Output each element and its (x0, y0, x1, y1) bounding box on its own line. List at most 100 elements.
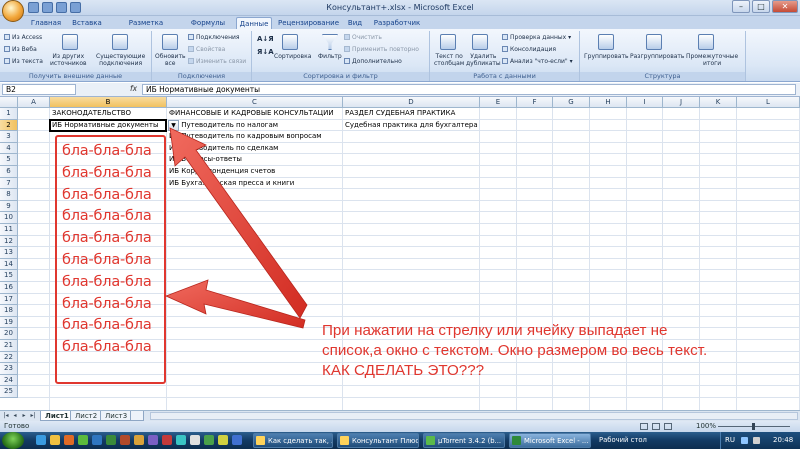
ie-icon[interactable] (36, 435, 46, 445)
data-validation-button[interactable]: Проверка данных ▾ (502, 34, 571, 41)
group-label: Структура (580, 72, 745, 81)
annotation-bla-line: бла-бла-бла (62, 339, 152, 356)
filter-icon[interactable] (322, 34, 338, 50)
cell-d2[interactable]: Судебная практика для бухгалтера (345, 120, 478, 131)
app4-icon[interactable] (218, 435, 228, 445)
remove-duplicates-button[interactable]: Удалить дубликаты (466, 53, 501, 67)
column-header-c[interactable]: C (167, 97, 343, 108)
cell-c5[interactable]: ИБ Вопросы-ответы (169, 154, 242, 165)
consolidate-button[interactable]: Консолидация (502, 46, 556, 53)
cell-c3[interactable]: ИБ Путеводитель по кадровым вопросам (169, 131, 322, 142)
sheet-tab-1[interactable]: Лист1 (40, 411, 74, 421)
office-button[interactable] (2, 0, 24, 22)
cell-c6[interactable]: ИБ Корреспонденция счетов (169, 166, 275, 177)
subtotal-icon[interactable] (698, 34, 714, 50)
tab-data[interactable]: Данные (236, 17, 272, 29)
skype-icon[interactable] (176, 435, 186, 445)
column-header-k[interactable]: K (700, 97, 737, 108)
refresh-all-icon[interactable] (162, 34, 178, 50)
reapply-button[interactable]: Применить повторно (344, 46, 419, 53)
column-header-e[interactable]: E (480, 97, 517, 108)
powerpoint-icon[interactable] (120, 435, 130, 445)
connections-button[interactable]: Подключения (188, 34, 240, 41)
filter-button[interactable]: Фильтр (318, 53, 342, 60)
cell-d1[interactable]: РАЗДЕЛ СУДЕБНАЯ ПРАКТИКА (345, 108, 455, 119)
clock[interactable]: 20:48 (773, 436, 793, 444)
volume-icon[interactable] (753, 437, 760, 444)
taskbar-desktop[interactable]: Рабочий стол (595, 433, 659, 448)
column-header-h[interactable]: H (590, 97, 627, 108)
app-icon[interactable] (148, 435, 158, 445)
dropdown-arrow-icon[interactable]: ▼ (168, 119, 179, 131)
tab-formulas[interactable]: Формулы (188, 17, 228, 29)
cell-c2[interactable]: ИБ Путеводитель по налогам (169, 120, 278, 131)
taskbar-item-utorrent[interactable]: µTorrent 3.4.2 (b... (423, 433, 505, 448)
subtotal-button[interactable]: Промежуточные итоги (686, 53, 738, 67)
normal-view-icon[interactable] (640, 423, 648, 430)
remove-duplicates-icon[interactable] (472, 34, 488, 50)
close-button[interactable]: ✕ (772, 0, 798, 13)
taskbar-item-excel[interactable]: Microsoft Excel - ... (509, 433, 591, 448)
sort-za-icon[interactable]: Я↓А (257, 49, 274, 56)
sort-icon[interactable] (282, 34, 298, 50)
next-sheet-icon[interactable]: ▸ (20, 412, 28, 420)
taskbar-item-browser[interactable]: Как сделать так, ... (253, 433, 333, 448)
edit-links-button[interactable]: Изменить связи (188, 58, 246, 65)
opera-icon[interactable] (162, 435, 172, 445)
sort-button[interactable]: Сортировка (274, 53, 311, 60)
excel-icon[interactable] (106, 435, 116, 445)
language-indicator[interactable]: RU (725, 436, 735, 444)
column-header-g[interactable]: G (553, 97, 590, 108)
advanced-filter-button[interactable]: Дополнительно (344, 58, 402, 65)
column-header-f[interactable]: F (517, 97, 553, 108)
insert-sheet-icon[interactable] (130, 411, 144, 421)
quick-launch-icon[interactable] (78, 435, 88, 445)
minimize-button[interactable]: – (732, 0, 750, 13)
first-sheet-icon[interactable]: |◂ (2, 412, 10, 420)
last-sheet-icon[interactable]: ▸| (29, 412, 37, 420)
annotation-note: При нажатии на стрелку или ячейку выпада… (322, 321, 707, 381)
tab-developer[interactable]: Разработчик (372, 17, 422, 29)
page-layout-view-icon[interactable] (652, 423, 660, 430)
tab-view[interactable]: Вид (344, 17, 366, 29)
column-header-i[interactable]: I (627, 97, 663, 108)
app3-icon[interactable] (204, 435, 214, 445)
note-line-3: КАК СДЕЛАТЬ ЭТО??? (322, 362, 485, 379)
text-to-columns-icon[interactable] (440, 34, 456, 50)
sheet-tab-3[interactable]: Лист3 (100, 411, 133, 421)
zoom-slider-thumb[interactable] (752, 423, 755, 430)
cell-c4[interactable]: ИБ Путеводитель по сделкам (169, 143, 278, 154)
column-header-d[interactable]: D (343, 97, 480, 108)
zoom-level[interactable]: 100% (696, 421, 716, 432)
column-header-l[interactable]: L (737, 97, 800, 108)
text-to-columns-button[interactable]: Текст по столбцам (434, 53, 464, 67)
page-break-view-icon[interactable] (664, 423, 672, 430)
start-button[interactable] (2, 432, 24, 449)
horizontal-scrollbar[interactable] (150, 412, 798, 420)
what-if-button[interactable]: Анализ "что-если" ▾ (502, 58, 573, 65)
media-player-icon[interactable] (64, 435, 74, 445)
cell-c7[interactable]: ИБ Бухгалтерская пресса и книги (169, 178, 294, 189)
sheet-tab-2[interactable]: Лист2 (70, 411, 103, 421)
tab-review[interactable]: Рецензирование (278, 17, 339, 29)
word-icon[interactable] (92, 435, 102, 445)
group-button[interactable]: Группировать (584, 53, 629, 60)
clear-filter-button[interactable]: Очистить (344, 34, 382, 41)
cell-c1[interactable]: ФИНАНСОВЫЕ И КАДРОВЫЕ КОНСУЛЬТАЦИИ (169, 108, 334, 119)
network-icon[interactable] (741, 437, 748, 444)
ungroup-icon[interactable] (646, 34, 662, 50)
explorer-icon[interactable] (50, 435, 60, 445)
app2-icon[interactable] (190, 435, 200, 445)
system-tray: RU 20:48 (720, 432, 800, 449)
maximize-button[interactable]: □ (752, 0, 770, 13)
taskbar-item-consultant[interactable]: Консультант Плюс (337, 433, 419, 448)
group-icon[interactable] (598, 34, 614, 50)
ungroup-button[interactable]: Разгруппировать (630, 53, 684, 60)
folder-icon[interactable] (134, 435, 144, 445)
column-header-j[interactable]: J (663, 97, 700, 108)
properties-button[interactable]: Свойства (188, 46, 225, 53)
prev-sheet-icon[interactable]: ◂ (11, 412, 19, 420)
sort-az-icon[interactable]: А↓Я (257, 36, 274, 43)
formula-input[interactable]: ИБ Нормативные документы (142, 84, 796, 95)
app5-icon[interactable] (232, 435, 242, 445)
